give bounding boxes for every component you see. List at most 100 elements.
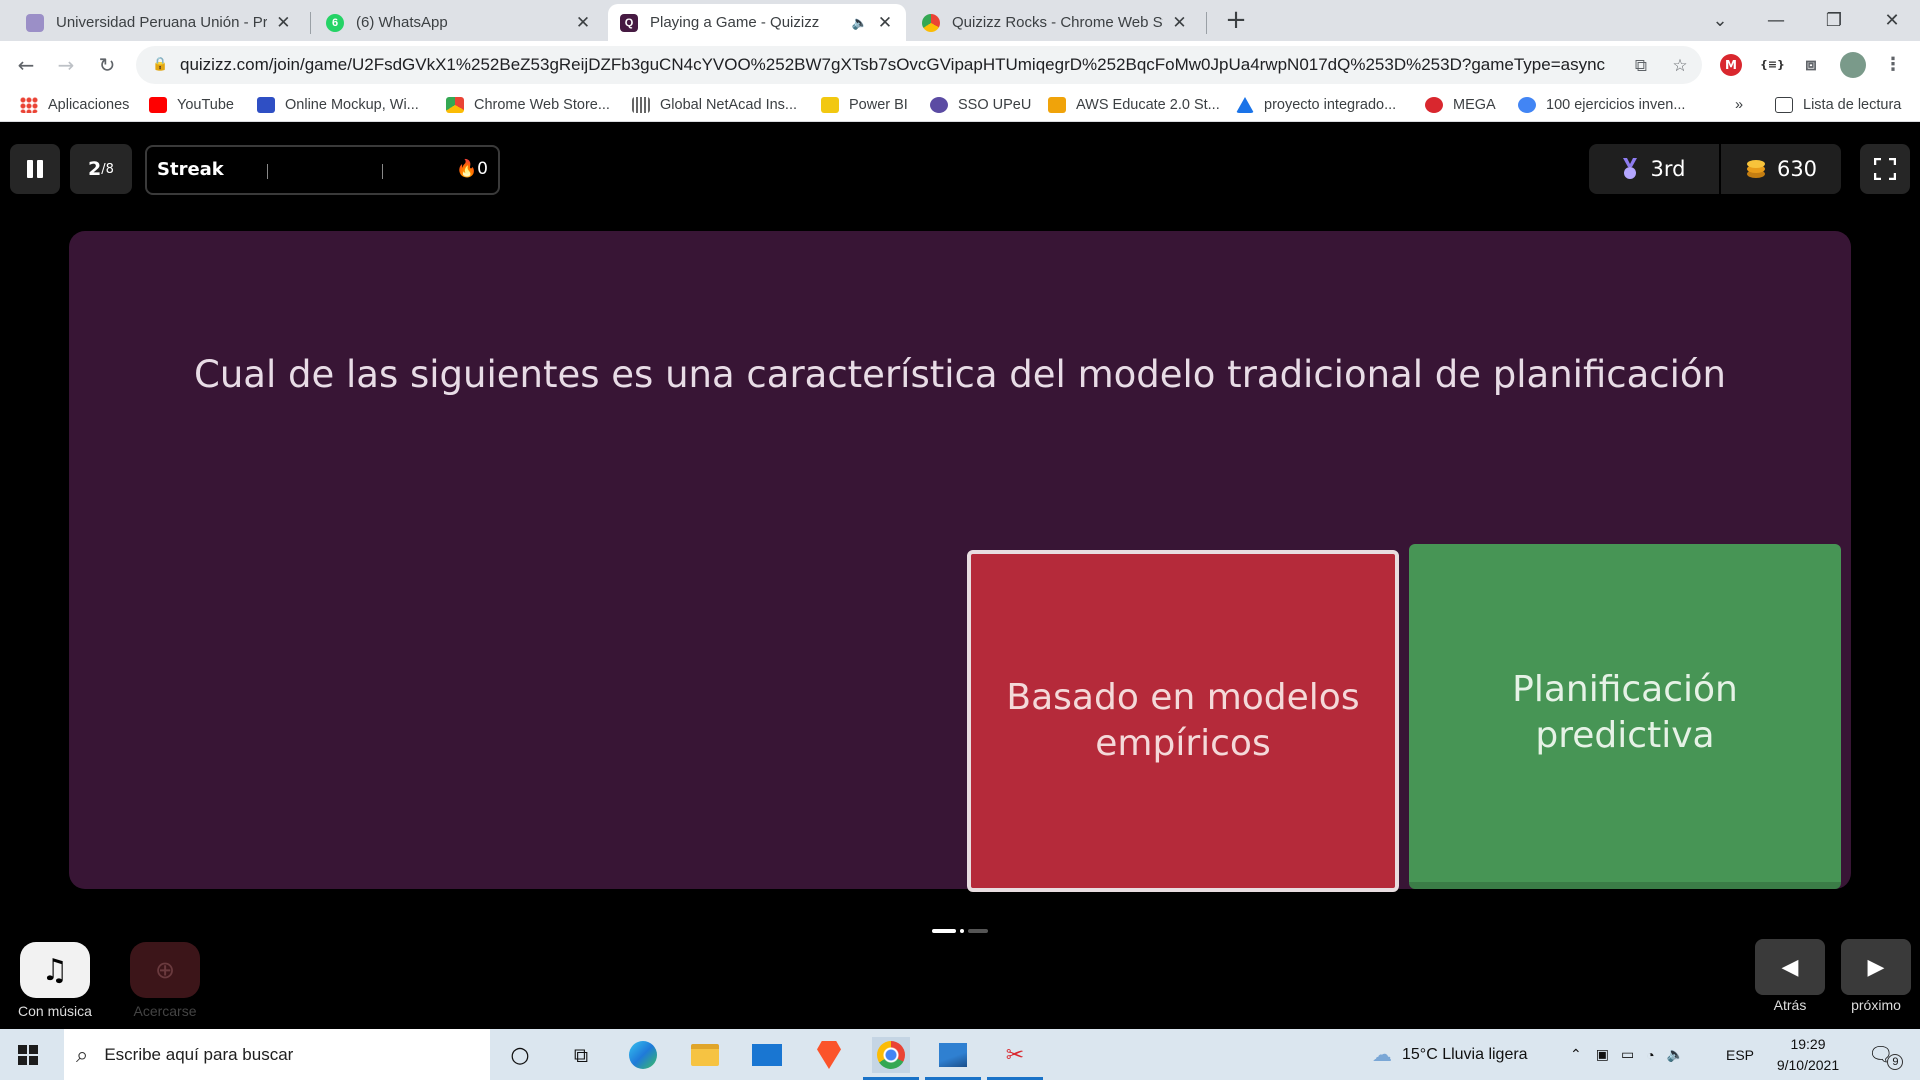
tab-title: Universidad Peruana Unión - Pre — [56, 14, 267, 31]
answer-option-1[interactable]: Basado en modelos empíricos — [967, 550, 1399, 892]
bookmarks-bar: Aplicaciones YouTube Online Mockup, Wi..… — [0, 88, 1920, 122]
address-bar[interactable]: 🔒 quizizz.com/join/game/U2FsdGVkX1%252Be… — [136, 46, 1702, 84]
back-button[interactable]: ◀ — [1755, 939, 1825, 995]
tab-chrome-web-store[interactable]: Quizizz Rocks - Chrome Web Sto ✕ — [910, 4, 1200, 41]
close-tab-icon[interactable]: ✕ — [1171, 13, 1188, 33]
streak-count: 🔥0 — [456, 159, 488, 179]
speaker-icon[interactable]: 🔈 — [852, 15, 868, 31]
bookmark-star-icon[interactable]: ☆ — [1669, 55, 1691, 77]
minimize-button[interactable]: — — [1748, 0, 1804, 41]
system-tray-icons[interactable]: ⌃ ▣ ▭ ◔ 🔈 — [1570, 1029, 1684, 1080]
zoom-label: Acercarse — [133, 1003, 197, 1019]
notification-center-button[interactable]: 🗨 9 — [1868, 1029, 1904, 1080]
whatsapp-icon: 6 — [326, 13, 344, 32]
snip-sketch-icon[interactable]: ✂ — [996, 1037, 1034, 1073]
zoom-in-icon: ⊕ — [154, 956, 176, 984]
music-toggle-button[interactable]: ♫ — [20, 942, 90, 998]
mega-icon — [1425, 97, 1443, 113]
google-icon — [1518, 97, 1536, 113]
chrome-web-store-icon — [446, 97, 464, 113]
bookmark-chrome-web-store[interactable]: Chrome Web Store... — [446, 95, 610, 115]
bookmark-sso-upeu[interactable]: SSO UPeU — [930, 95, 1031, 115]
upeu-icon — [930, 97, 948, 113]
battery-icon[interactable]: ▭ — [1621, 1046, 1634, 1063]
medal-icon — [1622, 158, 1637, 179]
new-tab-button[interactable]: + — [1222, 6, 1250, 34]
reading-list-icon — [1775, 97, 1793, 113]
close-tab-icon[interactable]: ✕ — [574, 13, 592, 33]
bookmark-youtube[interactable]: YouTube — [149, 95, 234, 115]
back-arrow-icon[interactable]: ← — [10, 49, 42, 81]
bookmark-power-bi[interactable]: Power BI — [821, 95, 908, 115]
rank-display: 3rd — [1589, 144, 1717, 194]
answer-option-2[interactable]: Planificación predictiva — [1409, 544, 1841, 889]
bookmark-100-ejercicios[interactable]: 100 ejercicios inven... — [1518, 95, 1685, 115]
music-note-icon: ♫ — [41, 952, 69, 988]
mockup-icon — [257, 97, 275, 113]
mega-extension-icon[interactable]: M — [1720, 54, 1742, 76]
extensions-puzzle-icon[interactable]: ⧈ — [1800, 54, 1822, 76]
bookmark-netacad[interactable]: Global NetAcad Ins... — [632, 95, 797, 115]
chrome-icon[interactable] — [872, 1037, 910, 1073]
music-label: Con música — [18, 1003, 92, 1019]
install-app-icon[interactable]: ⧉ — [1630, 55, 1652, 77]
bookmark-mega[interactable]: MEGA — [1425, 95, 1496, 115]
bookmark-aplicaciones[interactable]: Aplicaciones — [20, 95, 129, 115]
search-placeholder: Escribe aquí para buscar — [104, 1044, 294, 1064]
weather-widget[interactable]: ☁ 15°C Lluvia ligera — [1372, 1029, 1528, 1080]
zoom-button[interactable]: ⊕ — [130, 942, 200, 998]
rain-cloud-icon: ☁ — [1372, 1044, 1392, 1066]
tab-search-button[interactable]: ⌄ — [1692, 0, 1748, 41]
youtube-icon — [149, 97, 167, 113]
profile-avatar[interactable] — [1840, 52, 1866, 78]
windows-start-icon[interactable] — [18, 1045, 38, 1065]
lock-icon[interactable]: 🔒 — [152, 57, 168, 73]
clock[interactable]: 19:29 9/10/2021 — [1768, 1034, 1848, 1076]
upeu-icon — [26, 13, 44, 32]
reload-icon[interactable]: ↻ — [91, 49, 123, 81]
photos-icon[interactable] — [934, 1037, 972, 1073]
reading-list-button[interactable]: Lista de lectura — [1775, 95, 1901, 115]
mail-icon[interactable] — [748, 1037, 786, 1073]
edge-icon[interactable] — [624, 1037, 662, 1073]
tab-title: (6) WhatsApp — [356, 14, 448, 31]
close-window-button[interactable]: ✕ — [1864, 0, 1920, 41]
bookmarks-overflow-button[interactable]: » — [1735, 95, 1743, 115]
task-view-icon[interactable]: ⧉ — [562, 1037, 600, 1073]
tab-universidad[interactable]: Universidad Peruana Unión - Pre ✕ — [14, 4, 304, 41]
notification-count-badge: 9 — [1887, 1053, 1904, 1070]
bookmark-aws-educate[interactable]: AWS Educate 2.0 St... — [1048, 95, 1220, 115]
brave-icon[interactable] — [810, 1037, 848, 1073]
maximize-button[interactable]: ❐ — [1806, 0, 1862, 41]
tab-quizizz[interactable]: Q Playing a Game - Quizizz 🔈 ✕ — [608, 4, 906, 41]
taskbar-search-box[interactable]: ⌕ Escribe aquí para buscar — [64, 1029, 490, 1080]
json-extension-icon[interactable]: {≡} — [1760, 54, 1785, 76]
device-icon[interactable]: ▣ — [1596, 1046, 1609, 1063]
url-text[interactable]: quizizz.com/join/game/U2FsdGVkX1%252BeZ5… — [180, 55, 1610, 75]
score-box: 3rd 630 — [1589, 144, 1841, 194]
chevron-up-icon[interactable]: ⌃ — [1570, 1046, 1582, 1063]
forward-arrow-icon[interactable]: → — [50, 49, 82, 81]
question-panel: Cual de las siguientes es una caracterís… — [69, 231, 1851, 892]
search-icon: ⌕ — [76, 1041, 89, 1067]
close-tab-icon[interactable]: ✕ — [275, 13, 292, 33]
bookmark-online-mockup[interactable]: Online Mockup, Wi... — [257, 95, 419, 115]
question-text: Cual de las siguientes es una caracterís… — [194, 353, 1726, 396]
file-explorer-icon[interactable] — [686, 1037, 724, 1073]
pause-button[interactable] — [10, 144, 60, 194]
pause-icon — [27, 160, 33, 178]
close-tab-icon[interactable]: ✕ — [876, 13, 894, 33]
fullscreen-button[interactable] — [1860, 144, 1910, 194]
cisco-icon — [632, 97, 650, 113]
next-button[interactable]: ▶ — [1841, 939, 1911, 995]
menu-kebab-icon[interactable]: ⋮ — [1882, 54, 1904, 76]
cortana-icon[interactable]: ○ — [501, 1037, 539, 1073]
wifi-icon[interactable]: ◔ — [1646, 1047, 1654, 1063]
volume-icon[interactable]: 🔈 — [1667, 1046, 1684, 1063]
tab-title: Playing a Game - Quizizz — [650, 14, 820, 31]
tab-whatsapp[interactable]: 6 (6) WhatsApp ✕ — [314, 4, 604, 41]
page-dot — [960, 929, 964, 933]
language-indicator[interactable]: ESP — [1726, 1029, 1754, 1080]
bookmark-proyecto[interactable]: proyecto integrado... — [1236, 95, 1396, 115]
page-dot-active — [932, 929, 956, 933]
